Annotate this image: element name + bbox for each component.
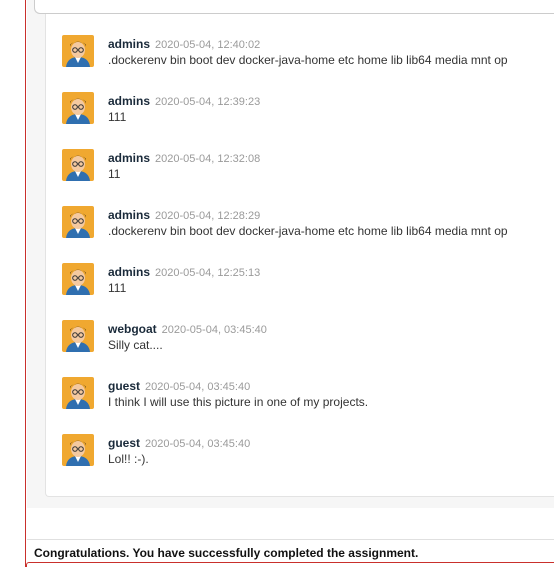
comment-text: Lol!! :-). [108, 452, 149, 466]
comment-text: 111 [108, 110, 127, 124]
comment-timestamp: 2020-05-04, 03:45:40 [161, 324, 267, 336]
comment-timestamp: 2020-05-04, 03:45:40 [145, 438, 251, 450]
comment-item: admins 2020-05-04, 12:25:13 111 [62, 263, 554, 303]
comment-timestamp: 2020-05-04, 12:32:08 [155, 153, 261, 165]
user-avatar-icon [62, 263, 94, 295]
comment-username: admins [108, 94, 151, 108]
user-avatar-icon [62, 92, 94, 124]
comment-username: guest [108, 436, 141, 450]
comment-item: admins 2020-05-04, 12:28:29 .dockerenv bi… [62, 206, 554, 246]
feedback-message: Congratulations. You have successfully c… [34, 546, 419, 560]
comment-timestamp: 2020-05-04, 12:28:29 [155, 210, 261, 222]
user-avatar-icon [62, 206, 94, 238]
comment-item: webgoat 2020-05-04, 03:45:40 Silly cat...… [62, 320, 554, 360]
feedback-border [26, 562, 554, 567]
comment-input[interactable] [34, 0, 554, 14]
comment-timestamp: 2020-05-04, 03:45:40 [145, 381, 251, 393]
comment-timestamp: 2020-05-04, 12:40:02 [155, 39, 261, 51]
comment-username: webgoat [108, 322, 157, 336]
comment-text: .dockerenv bin boot dev docker-java-home… [108, 53, 508, 67]
comment-timestamp: 2020-05-04, 12:39:23 [155, 96, 261, 108]
comment-username: admins [108, 151, 151, 165]
divider [27, 539, 554, 540]
comment-username: admins [108, 265, 151, 279]
comment-item: guest 2020-05-04, 03:45:40 Lol!! :-). [62, 434, 554, 474]
lesson-panel [27, 0, 554, 508]
user-avatar-icon [62, 35, 94, 67]
comment-text: 111 [108, 281, 127, 295]
comment-item: admins 2020-05-04, 12:39:23 111 [62, 92, 554, 132]
user-avatar-icon [62, 149, 94, 181]
comment-username: guest [108, 379, 141, 393]
left-border [0, 0, 26, 567]
user-avatar-icon [62, 434, 94, 466]
comment-text: Silly cat.... [108, 338, 163, 352]
comment-username: admins [108, 208, 151, 222]
comment-text: .dockerenv bin boot dev docker-java-home… [108, 224, 508, 238]
comment-text: 11 [108, 167, 121, 181]
comment-item: admins 2020-05-04, 12:32:08 11 [62, 149, 554, 189]
comment-item: guest 2020-05-04, 03:45:40 I think I will… [62, 377, 554, 417]
comment-timestamp: 2020-05-04, 12:25:13 [155, 267, 261, 279]
comment-item: admins 2020-05-04, 12:40:02 .dockerenv bi… [62, 35, 554, 75]
user-avatar-icon [62, 320, 94, 352]
comment-text: I think I will use this picture in one o… [108, 395, 369, 409]
comment-username: admins [108, 37, 151, 51]
user-avatar-icon [62, 377, 94, 409]
